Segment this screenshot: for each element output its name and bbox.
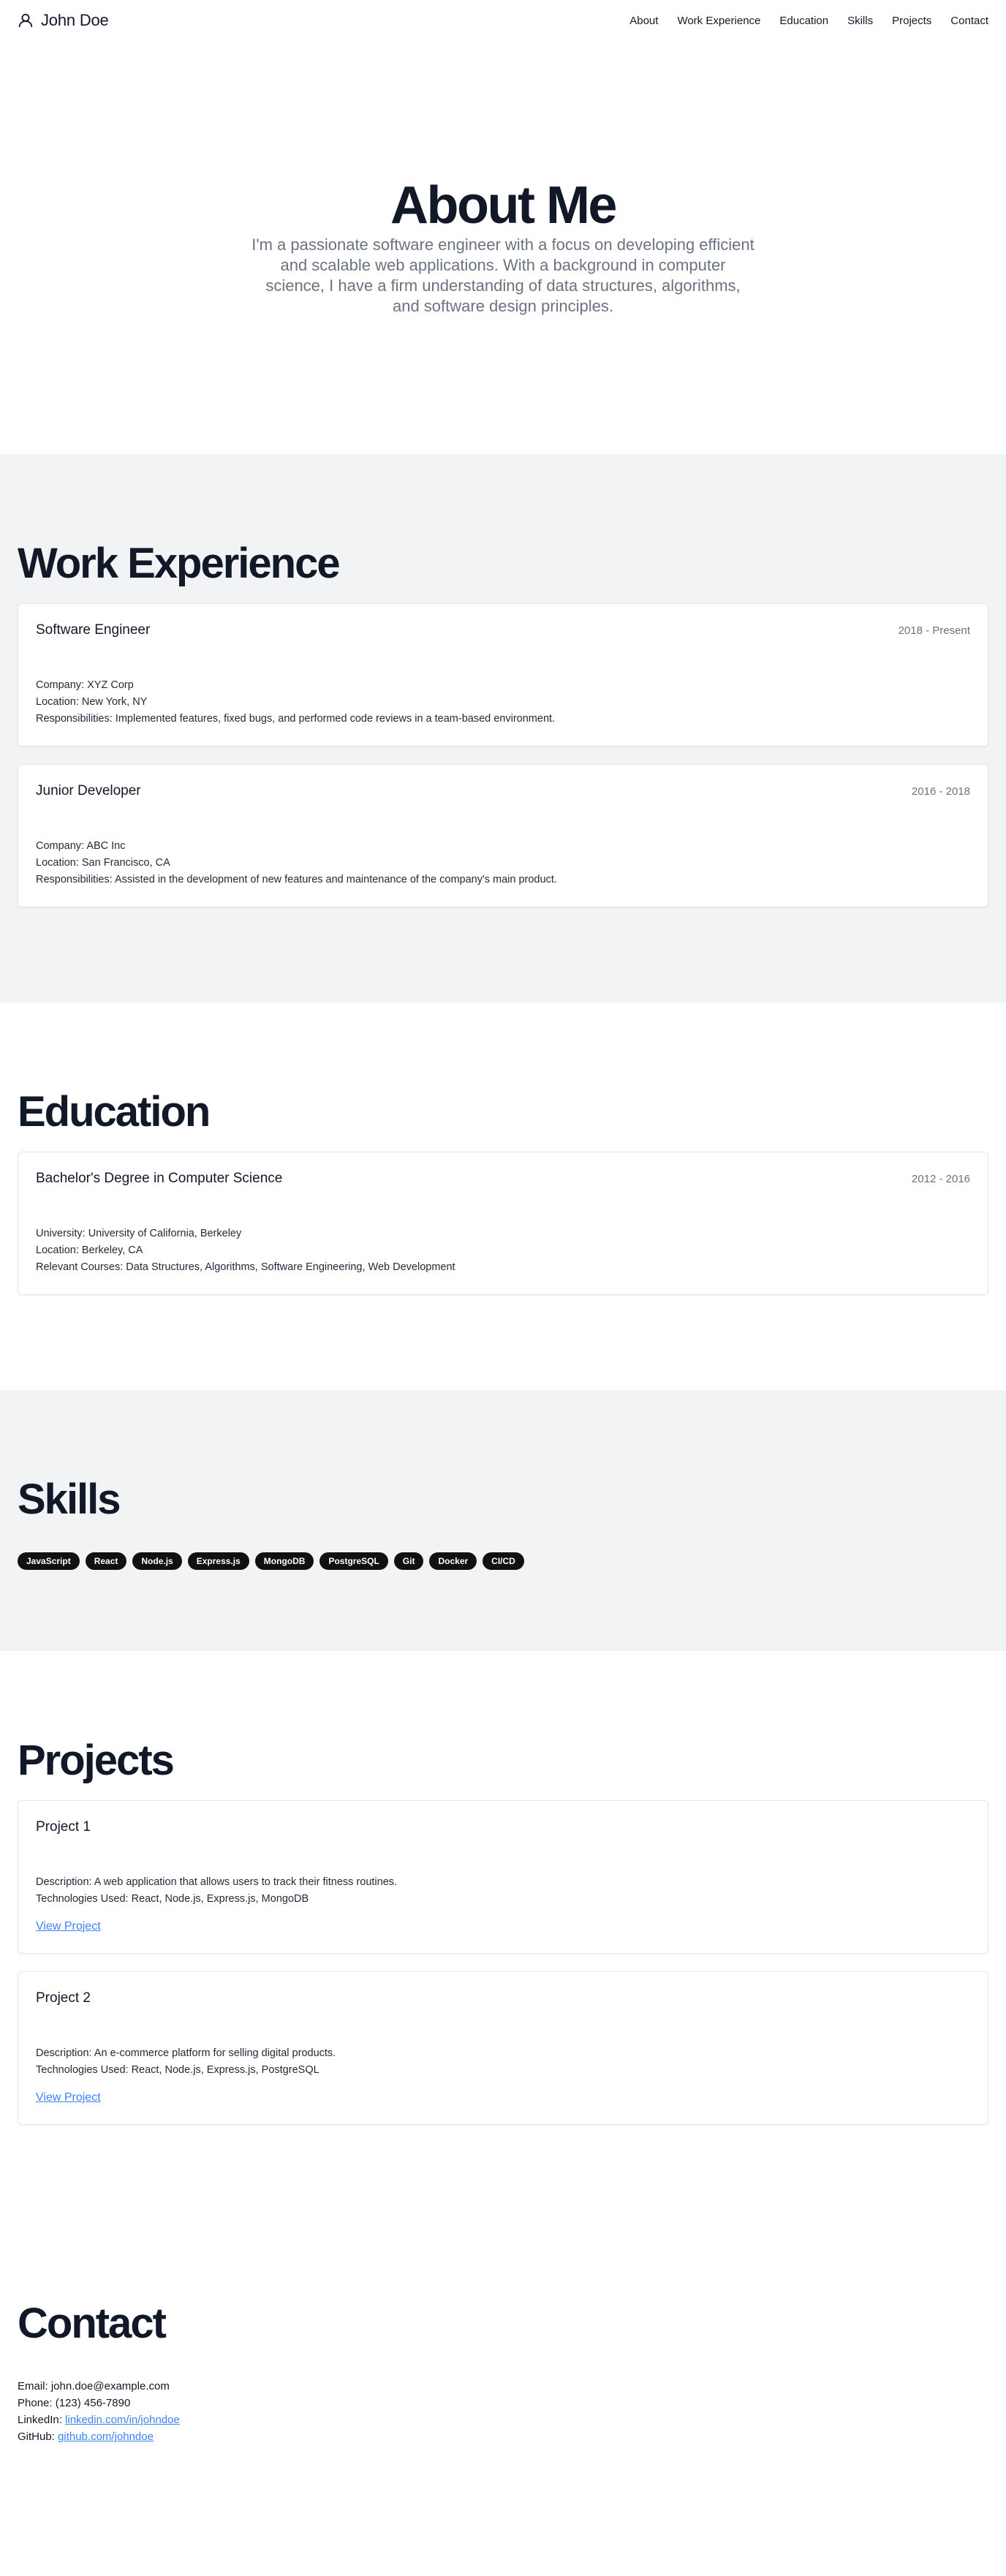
nav-link-about[interactable]: About — [629, 15, 658, 27]
projects-title: Projects — [18, 1737, 175, 1784]
experience-card-body: Company: XYZ Corp Location: New York, NY… — [36, 677, 970, 728]
contact-title: Contact — [18, 2300, 167, 2347]
contact-linkedin: LinkedIn: linkedin.com/in/johndoe — [18, 2411, 988, 2428]
experience-card: Software Engineer 2018 - Present Company… — [18, 603, 988, 747]
education-section: Education Bachelor's Degree in Computer … — [0, 1002, 1006, 1390]
nav-link-contact[interactable]: Contact — [950, 15, 988, 27]
experience-card: Junior Developer 2016 - 2018 Company: AB… — [18, 764, 988, 907]
job-title: Software Engineer — [36, 622, 151, 638]
nav-link-education[interactable]: Education — [779, 15, 828, 27]
job-responsibilities: Responsibilities: Implemented features, … — [36, 713, 556, 725]
work-experience-title: Work Experience — [18, 540, 341, 587]
skills-section: Skills JavaScript React Node.js Express.… — [0, 1390, 1006, 1651]
job-company: Company: ABC Inc — [36, 840, 126, 852]
user-icon — [18, 12, 34, 29]
job-dates: 2018 - Present — [898, 624, 970, 637]
skill-badge: Express.js — [187, 1552, 249, 1570]
skill-badge: CI/CD — [483, 1552, 524, 1570]
education-card: Bachelor's Degree in Computer Science 20… — [18, 1152, 988, 1295]
skill-badge: React — [85, 1552, 127, 1570]
relevant-courses: Relevant Courses: Data Structures, Algor… — [36, 1261, 455, 1273]
project-title: Project 2 — [36, 1990, 91, 2006]
job-title: Junior Developer — [36, 783, 141, 798]
about-title: About Me — [390, 176, 617, 235]
job-responsibilities: Responsibilities: Assisted in the develo… — [36, 874, 557, 885]
project-description: Description: An e-commerce platform for … — [36, 2047, 336, 2059]
job-company: Company: XYZ Corp — [36, 679, 134, 691]
brand-name: John Doe — [41, 11, 109, 29]
project-title: Project 1 — [36, 1819, 91, 1835]
contact-phone: Phone: (123) 456-7890 — [18, 2397, 131, 2409]
job-location: Location: San Francisco, CA — [36, 857, 170, 869]
github-label: GitHub: — [18, 2430, 58, 2443]
project-card: Project 2 Description: An e-commerce pla… — [18, 1971, 988, 2125]
experience-card-header: Software Engineer 2018 - Present — [36, 622, 970, 639]
nav-link-work-experience[interactable]: Work Experience — [677, 15, 760, 27]
job-location: Location: New York, NY — [36, 696, 148, 708]
university: University: University of California, Be… — [36, 1228, 242, 1239]
skill-badge: JavaScript — [18, 1552, 80, 1570]
contact-section: Contact Email: john.doe@example.com Phon… — [0, 2207, 1006, 2576]
work-experience-section: Work Experience Software Engineer 2018 -… — [0, 454, 1006, 1002]
projects-section: Projects Project 1 Description: A web ap… — [0, 1651, 1006, 2207]
skill-badge: Docker — [429, 1552, 477, 1570]
project-card-header: Project 2 — [36, 1990, 970, 2007]
degree-title: Bachelor's Degree in Computer Science — [36, 1171, 283, 1186]
brand[interactable]: John Doe — [18, 11, 109, 30]
project-technologies: Technologies Used: React, Node.js, Expre… — [36, 2064, 319, 2076]
project-technologies: Technologies Used: React, Node.js, Expre… — [36, 1893, 309, 1905]
skills-list: JavaScript React Node.js Express.js Mong… — [18, 1552, 988, 1570]
linkedin-label: LinkedIn: — [18, 2414, 66, 2426]
main-nav: About Work Experience Education Skills P… — [629, 15, 988, 27]
view-project-link[interactable]: View Project — [36, 2089, 101, 2106]
education-card-body: University: University of California, Be… — [36, 1225, 970, 1276]
nav-link-skills[interactable]: Skills — [847, 15, 873, 27]
job-dates: 2016 - 2018 — [911, 785, 970, 798]
contact-list: Email: john.doe@example.com Phone: (123)… — [18, 2378, 988, 2445]
project-description: Description: A web application that allo… — [36, 1876, 398, 1888]
contact-email: Email: john.doe@example.com — [18, 2380, 170, 2392]
view-project-link[interactable]: View Project — [36, 1918, 101, 1935]
skill-badge: PostgreSQL — [319, 1552, 388, 1570]
degree-dates: 2012 - 2016 — [911, 1172, 970, 1185]
project-card: Project 1 Description: A web application… — [18, 1800, 988, 1954]
skill-badge: Node.js — [132, 1552, 182, 1570]
experience-card-body: Company: ABC Inc Location: San Francisco… — [36, 838, 970, 888]
about-section: About Me I'm a passionate software engin… — [0, 41, 1006, 454]
education-title: Education — [18, 1088, 211, 1136]
education-location: Location: Berkeley, CA — [36, 1244, 143, 1256]
skill-badge: Git — [393, 1552, 424, 1570]
linkedin-link[interactable]: linkedin.com/in/johndoe — [65, 2414, 180, 2426]
about-text: I'm a passionate software engineer with … — [252, 235, 754, 315]
github-link[interactable]: github.com/johndoe — [58, 2430, 154, 2443]
project-card-body: Description: A web application that allo… — [36, 1874, 970, 1935]
contact-github: GitHub: github.com/johndoe — [18, 2428, 988, 2445]
skills-title: Skills — [18, 1476, 121, 1523]
skill-badge: MongoDB — [254, 1552, 314, 1570]
education-card-header: Bachelor's Degree in Computer Science 20… — [36, 1170, 970, 1187]
site-header: John Doe About Work Experience Education… — [0, 0, 1006, 41]
experience-card-header: Junior Developer 2016 - 2018 — [36, 782, 970, 800]
project-card-header: Project 1 — [36, 1818, 970, 1836]
nav-link-projects[interactable]: Projects — [892, 15, 931, 27]
project-card-body: Description: An e-commerce platform for … — [36, 2045, 970, 2107]
